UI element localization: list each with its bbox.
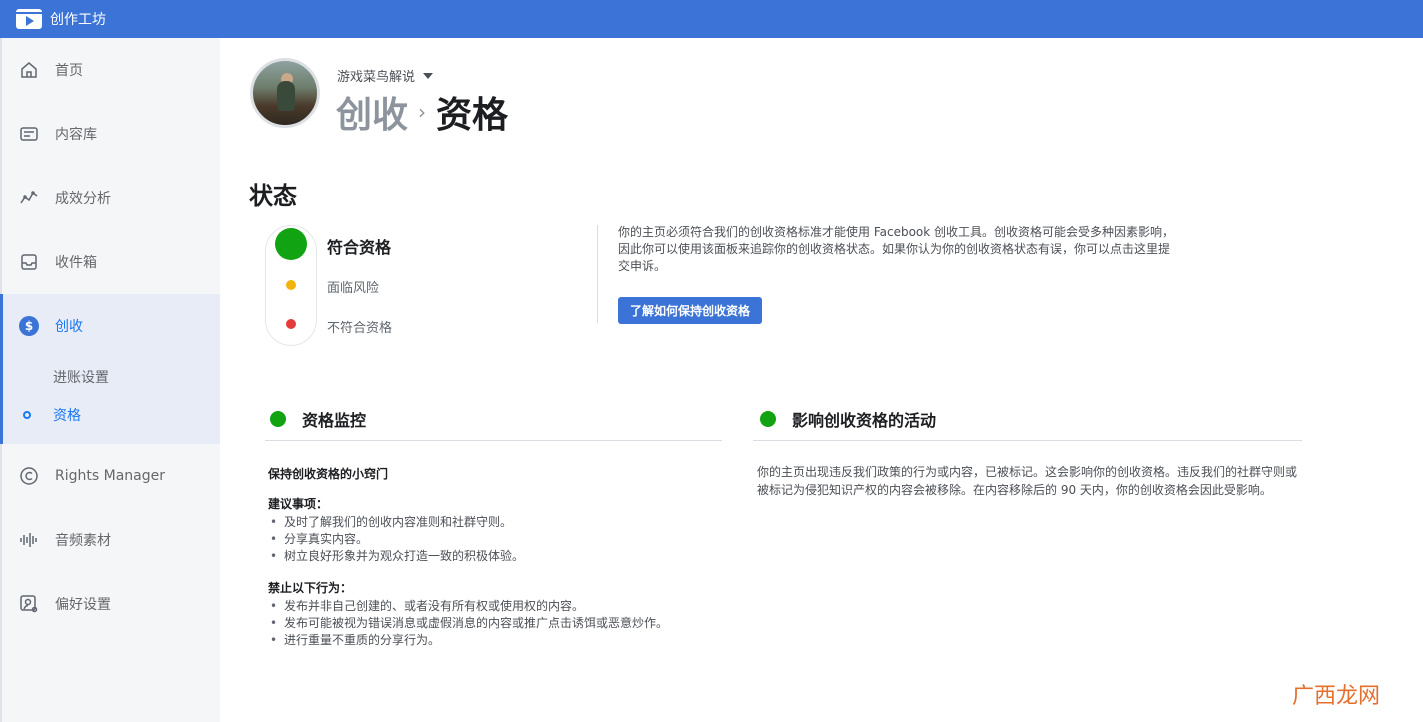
eligibility-tips: 保持创收资格的小窍门 建议事项： 及时了解我们的创收内容准则和社群守则。 分享真… xyxy=(268,465,728,663)
sidebar-item-label: Rights Manager xyxy=(55,468,165,484)
status-ineligible-label: 不符合资格 xyxy=(327,321,393,336)
page-name: 游戏菜鸟解说 xyxy=(337,70,416,85)
creator-studio-logo-icon[interactable] xyxy=(16,9,42,29)
prohibited-list: 发布并非自己创建的、或者没有所有权或使用权的内容。 发布可能被视为错误消息或虚假… xyxy=(268,598,728,649)
list-item: 进行重量不重质的分享行为。 xyxy=(268,632,728,649)
list-item: 发布并非自己创建的、或者没有所有权或使用权的内容。 xyxy=(268,598,728,615)
page-title: 资格 xyxy=(436,95,509,136)
recommended-title: 建议事项： xyxy=(268,497,329,511)
sidebar-subitem-label: 进账设置 xyxy=(53,370,109,386)
selected-dot-icon xyxy=(23,411,31,419)
sidebar-item-analytics[interactable]: 成效分析 xyxy=(2,166,220,230)
sidebar-item-audio[interactable]: 音频素材 xyxy=(2,508,220,572)
top-bar: 创作工坊 xyxy=(0,0,1423,38)
learn-eligibility-button[interactable]: 了解如何保持创收资格 xyxy=(618,297,762,324)
analytics-icon xyxy=(18,187,40,209)
sidebar-item-label: 首页 xyxy=(55,63,83,79)
sidebar-item-rights-manager[interactable]: Rights Manager xyxy=(2,444,220,508)
audio-icon xyxy=(18,529,40,551)
list-item: 及时了解我们的创收内容准则和社群守则。 xyxy=(268,514,728,531)
eligible-dot xyxy=(275,228,307,260)
sidebar: 首页 内容库 成效分析 收件箱 $ 创收 进账设置 资格 Rights Mana… xyxy=(0,38,220,722)
impact-description: 你的主页出现违反我们政策的行为或内容，已被标记。这会影响你的创收资格。违反我们的… xyxy=(757,465,1298,497)
ineligible-dot xyxy=(286,319,296,329)
status-at-risk-label: 面临风险 xyxy=(327,281,380,296)
chevron-right-icon: › xyxy=(418,100,427,124)
recommended-list: 及时了解我们的创收内容准则和社群守则。 分享真实内容。 树立良好形象并为观众打造… xyxy=(268,514,728,565)
sidebar-item-label: 收件箱 xyxy=(55,255,97,271)
sidebar-item-label: 偏好设置 xyxy=(55,597,111,613)
content-library-icon xyxy=(18,123,40,145)
home-icon xyxy=(18,59,40,81)
settings-user-icon xyxy=(18,593,40,615)
sidebar-subitem-label: 资格 xyxy=(53,408,81,424)
page-switcher[interactable]: 游戏菜鸟解说 xyxy=(337,66,434,85)
list-item: 分享真实内容。 xyxy=(268,531,728,548)
tips-title: 保持创收资格的小窍门 xyxy=(268,467,389,481)
sidebar-item-monetize[interactable]: $ 创收 xyxy=(3,294,220,358)
divider xyxy=(597,225,598,323)
sidebar-item-label: 创收 xyxy=(55,319,83,335)
status-green-dot xyxy=(760,411,776,427)
status-heading: 状态 xyxy=(249,182,297,210)
sidebar-item-inbox[interactable]: 收件箱 xyxy=(2,230,220,294)
sidebar-item-preferences[interactable]: 偏好设置 xyxy=(2,572,220,636)
monitor-title: 资格监控 xyxy=(302,411,367,430)
sidebar-item-content-library[interactable]: 内容库 xyxy=(2,102,220,166)
breadcrumb: 创收 › 资格 xyxy=(336,86,508,138)
status-description: 你的主页必须符合我们的创收资格标准才能使用 Facebook 创收工具。创收资格… xyxy=(618,225,1175,273)
monitor-section-header: 资格监控 xyxy=(270,407,366,431)
status-traffic-light xyxy=(265,225,317,346)
sidebar-item-label: 成效分析 xyxy=(55,191,111,207)
at-risk-dot xyxy=(286,280,296,290)
sidebar-group-monetize: $ 创收 进账设置 资格 xyxy=(0,294,220,444)
status-eligible-label: 符合资格 xyxy=(327,238,392,257)
sidebar-subitem-payout-setup[interactable]: 进账设置 xyxy=(3,358,220,396)
dollar-icon: $ xyxy=(18,315,40,337)
status-green-dot xyxy=(270,411,286,427)
list-item: 发布可能被视为错误消息或虚假消息的内容或推广点击诱饵或恶意炒作。 xyxy=(268,615,728,632)
sidebar-subitem-eligibility[interactable]: 资格 xyxy=(3,396,220,434)
main-content: 游戏菜鸟解说 创收 › 资格 状态 符合资格 面临风险 不符合资格 你的主页必须… xyxy=(220,38,1423,722)
avatar-figure xyxy=(277,81,295,111)
page-avatar[interactable] xyxy=(250,58,320,128)
impact-section-header: 影响创收资格的活动 xyxy=(760,407,936,431)
caret-down-icon xyxy=(423,72,434,79)
prohibited-title: 禁止以下行为： xyxy=(268,581,353,595)
section-divider xyxy=(753,440,1302,441)
impact-title: 影响创收资格的活动 xyxy=(792,411,937,430)
sidebar-item-home[interactable]: 首页 xyxy=(2,38,220,102)
breadcrumb-parent[interactable]: 创收 xyxy=(336,86,408,138)
sidebar-item-label: 内容库 xyxy=(55,127,97,143)
app-title[interactable]: 创作工坊 xyxy=(50,9,106,29)
copyright-icon xyxy=(18,465,40,487)
inbox-icon xyxy=(18,251,40,273)
watermark-logo: 广西龙网 xyxy=(1292,684,1381,709)
sidebar-item-label: 音频素材 xyxy=(55,533,111,549)
list-item: 树立良好形象并为观众打造一致的积极体验。 xyxy=(268,548,728,565)
section-divider xyxy=(265,440,722,441)
